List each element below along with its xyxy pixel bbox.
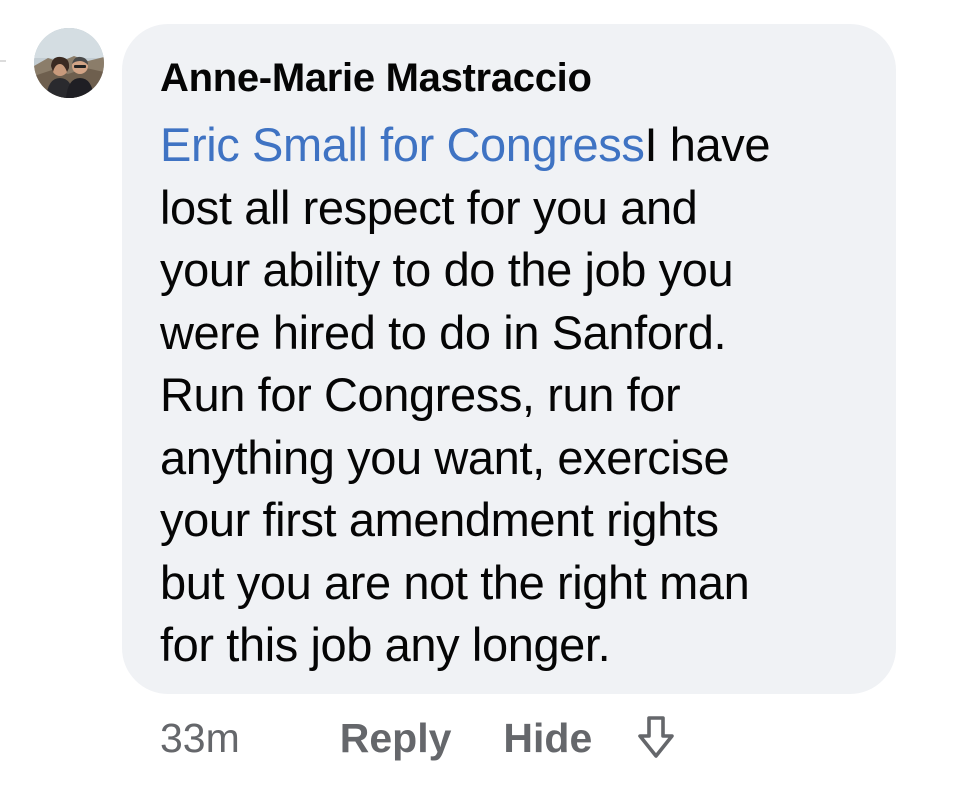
comment-body: Eric Small for CongressI have lost all re… — [160, 114, 856, 677]
comment-line: Run for Congress, run for — [160, 368, 681, 421]
avatar[interactable] — [34, 28, 104, 98]
reply-button[interactable]: Reply — [340, 715, 452, 762]
comment-actions: 33m Reply Hide — [160, 712, 676, 764]
comment-line: I have — [644, 118, 771, 171]
hide-button[interactable]: Hide — [503, 715, 592, 762]
downvote-button[interactable] — [636, 714, 676, 762]
comment-line: for this job any longer. — [160, 618, 611, 671]
mention-link[interactable]: Eric Small for Congress — [160, 118, 645, 171]
comment-bubble: Anne-Marie Mastraccio Eric Small for Con… — [122, 24, 896, 694]
comment-line: were hired to do in Sanford. — [160, 305, 727, 359]
comment-author[interactable]: Anne-Marie Mastraccio — [160, 52, 856, 104]
comment-line: your ability to do the job you — [160, 243, 734, 296]
profile-photo-icon — [34, 28, 104, 98]
comment-line: your first amendment rights — [160, 493, 719, 546]
comment-line: but you are not the right man — [160, 555, 750, 609]
arrow-down-outline-icon — [638, 716, 675, 758]
comment-line: lost all respect for you and — [160, 180, 698, 234]
comment-line: anything you want, exercise — [160, 430, 730, 484]
thread-connector — [0, 60, 6, 62]
comment-timestamp[interactable]: 33m — [160, 715, 240, 762]
